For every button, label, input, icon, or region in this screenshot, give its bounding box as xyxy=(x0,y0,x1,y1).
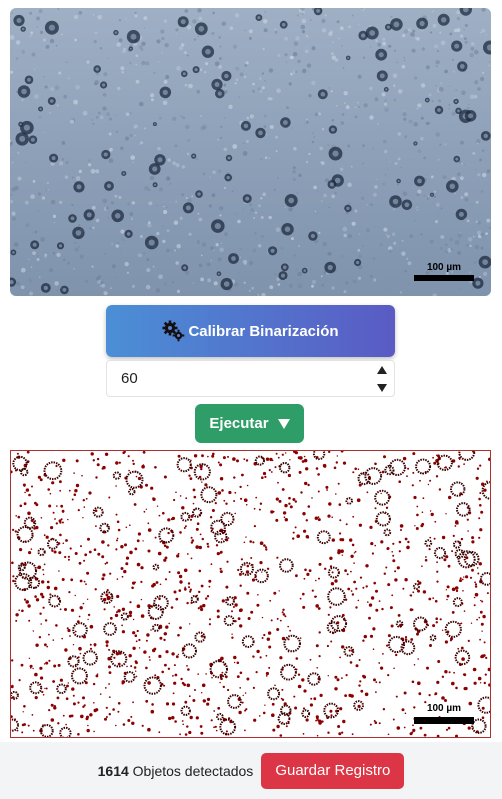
object-count-text: 1614 Objetos detectados xyxy=(98,763,254,779)
app-root: 100 µm Calibrar Binarización 60 Ejecutar… xyxy=(0,0,502,799)
decrement-arrow-icon[interactable] xyxy=(377,384,387,392)
scale-bar-binary xyxy=(414,717,474,724)
threshold-field xyxy=(106,360,395,397)
threshold-spinner xyxy=(376,364,388,394)
footer-bar: 1614 Objetos detectados Guardar Registro xyxy=(0,742,502,799)
scale-bar xyxy=(414,275,474,281)
scale-label: 100 µm xyxy=(427,262,461,273)
calibrate-binarization-button[interactable]: Calibrar Binarización xyxy=(106,305,395,357)
micrograph-image: 100 µm xyxy=(10,8,491,296)
gears-icon xyxy=(162,320,186,342)
caret-down-icon xyxy=(277,418,290,429)
execute-button[interactable]: Ejecutar xyxy=(195,404,304,443)
scale-label-binary: 100 µm xyxy=(427,703,461,714)
binarized-image: 100 µm xyxy=(10,450,491,738)
threshold-input[interactable] xyxy=(107,361,357,396)
save-record-button[interactable]: Guardar Registro xyxy=(261,752,405,789)
increment-arrow-icon[interactable] xyxy=(377,366,387,374)
calibrate-label: Calibrar Binarización xyxy=(188,322,339,340)
object-count-label: Objetos detectados xyxy=(132,762,254,779)
object-count: 1614 xyxy=(97,762,129,779)
execute-label: Ejecutar xyxy=(209,415,269,432)
